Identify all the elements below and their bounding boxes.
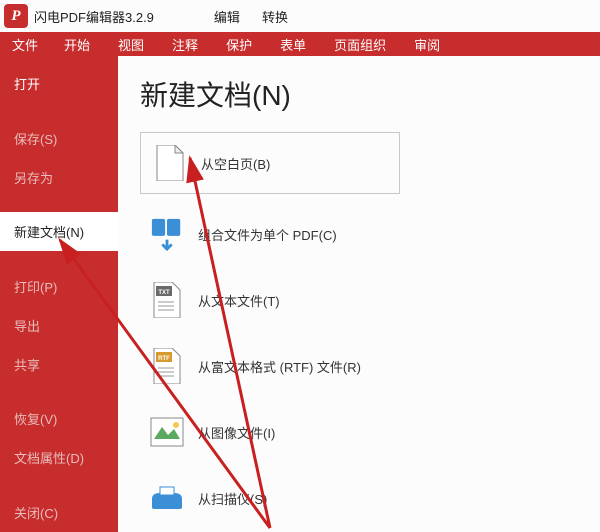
ribbon-review[interactable]: 审阅 <box>400 35 454 54</box>
ribbon-start[interactable]: 开始 <box>50 35 104 54</box>
blank-page-icon <box>153 143 187 183</box>
sidebar: 打开 保存(S) 另存为 新建文档(N) 打印(P) 导出 共享 恢复(V) 文… <box>0 56 118 532</box>
sidebar-item-export[interactable]: 导出 <box>0 306 118 345</box>
option-combine-label: 组合文件为单个 PDF(C) <box>198 225 337 244</box>
sidebar-item-saveas[interactable]: 另存为 <box>0 158 118 197</box>
ribbon-view[interactable]: 视图 <box>104 35 158 54</box>
option-scanner[interactable]: 从扫描仪(S) <box>140 472 578 524</box>
option-rtf-label: 从富文本格式 (RTF) 文件(R) <box>198 357 361 376</box>
content-panel: 新建文档(N) 从空白页(B) 组合文件为单个 PDF(C) TXT 从文本文件… <box>118 56 600 532</box>
svg-text:RTF: RTF <box>158 356 170 362</box>
option-text[interactable]: TXT 从文本文件(T) <box>140 274 578 326</box>
title-menu: 编辑 转换 <box>214 7 288 26</box>
ribbon-pages[interactable]: 页面组织 <box>320 35 400 54</box>
ribbon-file-tab[interactable]: 文件 <box>0 32 50 56</box>
ribbon-form[interactable]: 表单 <box>266 35 320 54</box>
option-rtf[interactable]: RTF 从富文本格式 (RTF) 文件(R) <box>140 340 578 392</box>
ribbon: 文件 开始 视图 注释 保护 表单 页面组织 审阅 <box>0 32 600 56</box>
menu-edit[interactable]: 编辑 <box>214 7 240 26</box>
sidebar-item-recover[interactable]: 恢复(V) <box>0 399 118 438</box>
ribbon-comment[interactable]: 注释 <box>158 35 212 54</box>
page-title: 新建文档(N) <box>140 74 578 114</box>
option-blank-label: 从空白页(B) <box>201 154 270 173</box>
sidebar-item-save[interactable]: 保存(S) <box>0 119 118 158</box>
menu-convert[interactable]: 转换 <box>262 7 288 26</box>
option-scanner-label: 从扫描仪(S) <box>198 489 267 508</box>
scanner-icon <box>150 478 184 518</box>
sidebar-item-open[interactable]: 打开 <box>0 64 118 103</box>
sidebar-item-props[interactable]: 文档属性(D) <box>0 438 118 477</box>
option-image[interactable]: 从图像文件(I) <box>140 406 578 458</box>
sidebar-item-close[interactable]: 关闭(C) <box>0 493 118 532</box>
svg-text:TXT: TXT <box>158 290 170 296</box>
image-file-icon <box>150 412 184 452</box>
app-title: 闪电PDF编辑器3.2.9 <box>34 7 154 26</box>
sidebar-item-share[interactable]: 共享 <box>0 345 118 384</box>
sidebar-item-print[interactable]: 打印(P) <box>0 267 118 306</box>
combine-icon <box>150 214 184 254</box>
ribbon-protect[interactable]: 保护 <box>212 35 266 54</box>
sidebar-item-new[interactable]: 新建文档(N) <box>0 212 118 251</box>
option-image-label: 从图像文件(I) <box>198 423 275 442</box>
option-blank[interactable]: 从空白页(B) <box>140 132 400 194</box>
app-logo-icon: P <box>4 4 28 28</box>
option-text-label: 从文本文件(T) <box>198 291 280 310</box>
txt-file-icon: TXT <box>150 280 184 320</box>
title-bar: P 闪电PDF编辑器3.2.9 编辑 转换 <box>0 0 600 32</box>
rtf-file-icon: RTF <box>150 346 184 386</box>
option-combine[interactable]: 组合文件为单个 PDF(C) <box>140 208 578 260</box>
